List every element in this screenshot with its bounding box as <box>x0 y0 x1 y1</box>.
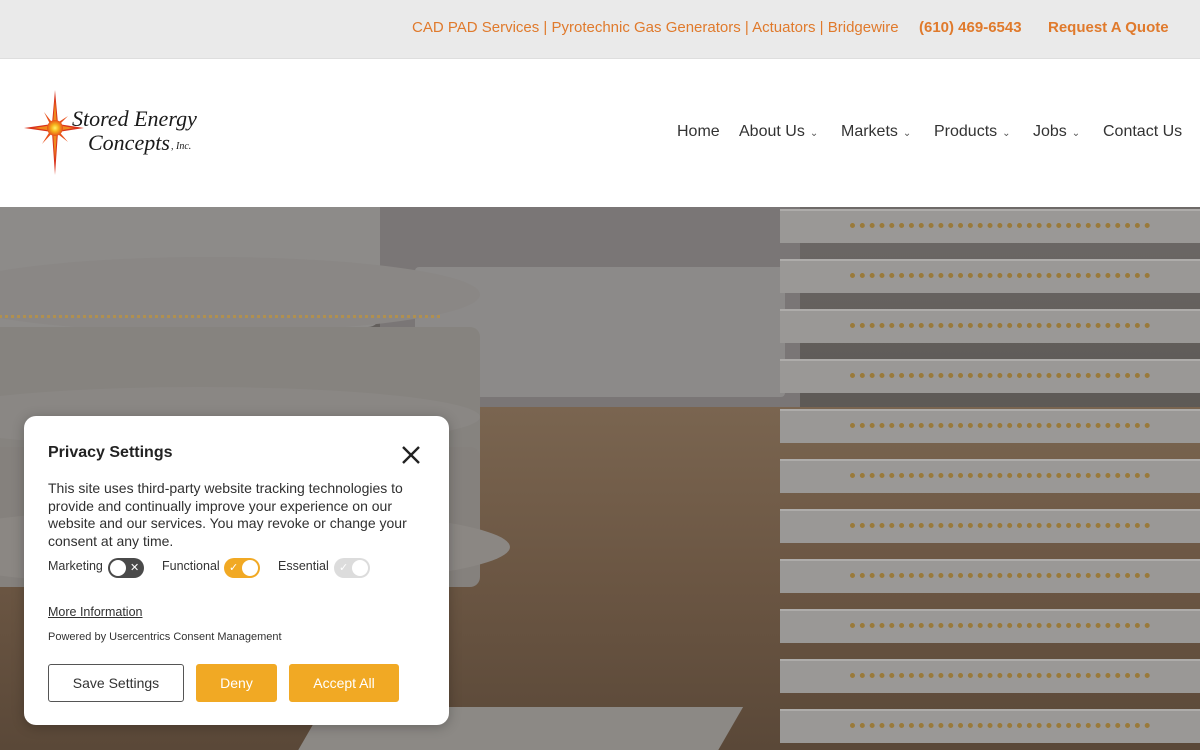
essential-toggle: ✓ <box>334 558 370 578</box>
more-information-link[interactable]: More Information <box>48 605 142 619</box>
logo-text-line1: Stored Energy <box>72 106 197 131</box>
hero-slab-contacts <box>850 423 1150 428</box>
logo-text-line2: Concepts <box>88 130 170 155</box>
deny-button[interactable]: Deny <box>196 664 277 702</box>
hero-slab-contacts <box>850 223 1150 228</box>
hero-slab <box>780 409 1200 443</box>
x-icon: ✕ <box>130 562 140 574</box>
hero-slab-contacts <box>850 373 1150 378</box>
chevron-down-icon: ⌄ <box>1002 127 1011 139</box>
hero-slab-contacts <box>850 523 1150 528</box>
hero-slab <box>780 709 1200 743</box>
close-icon[interactable] <box>398 442 424 468</box>
nav-label: About Us <box>739 123 805 140</box>
hero-slab <box>780 209 1200 243</box>
logo-suffix: , Inc. <box>171 141 192 152</box>
save-settings-button[interactable]: Save Settings <box>48 664 184 702</box>
check-icon: ✓ <box>339 562 349 574</box>
accept-all-button[interactable]: Accept All <box>289 664 399 702</box>
check-icon: ✓ <box>229 562 239 574</box>
request-quote-link[interactable]: Request A Quote <box>1048 19 1169 36</box>
hero-slab <box>780 259 1200 293</box>
nav-item-contact-us[interactable]: Contact Us <box>1103 123 1182 141</box>
privacy-settings-dialog: Privacy Settings This site uses third-pa… <box>24 416 449 725</box>
dialog-description: This site uses third-party website track… <box>48 480 407 549</box>
site-header: Stored Energy Concepts , Inc. Home About… <box>0 60 1200 207</box>
nav-label: Home <box>677 123 720 140</box>
toggle-knob <box>352 560 368 576</box>
services-links[interactable]: CAD PAD Services | Pyrotechnic Gas Gener… <box>412 19 899 36</box>
nav-item-products[interactable]: Products ⌄ <box>934 123 1011 141</box>
nav-label: Products <box>934 123 998 140</box>
nav-item-jobs[interactable]: Jobs ⌄ <box>1033 123 1080 141</box>
nav-item-markets[interactable]: Markets ⌄ <box>841 123 911 141</box>
nav-item-about-us[interactable]: About Us ⌄ <box>739 123 818 141</box>
toggle-knob <box>110 560 126 576</box>
nav-label: Jobs <box>1033 123 1067 140</box>
hero-slab-contacts <box>850 273 1150 278</box>
hero-slab-contacts <box>850 573 1150 578</box>
toggle-label-functional: Functional <box>162 559 220 573</box>
hero-slab-contacts <box>850 673 1150 678</box>
hero-slab <box>780 359 1200 393</box>
hero-slab <box>780 459 1200 493</box>
hero-slab-stack <box>780 207 1200 750</box>
hero-slab <box>780 659 1200 693</box>
chevron-down-icon: ⌄ <box>902 127 912 139</box>
nav-label: Markets <box>841 123 898 140</box>
hero-slab-contacts <box>850 723 1150 728</box>
hero-slab <box>780 559 1200 593</box>
marketing-toggle[interactable]: ✕ <box>108 558 144 578</box>
phone-link[interactable]: (610) 469-6543 <box>919 19 1022 36</box>
chevron-down-icon: ⌄ <box>809 127 819 139</box>
starburst-icon <box>24 90 84 175</box>
toggle-knob <box>242 560 258 576</box>
company-logo[interactable]: Stored Energy Concepts , Inc. <box>24 90 209 175</box>
hero-slab <box>780 509 1200 543</box>
hero-slab-contacts <box>850 473 1150 478</box>
hero-slab <box>780 309 1200 343</box>
dialog-title: Privacy Settings <box>48 444 173 461</box>
hero-slab-contacts <box>850 623 1150 628</box>
nav-item-home[interactable]: Home <box>677 123 720 141</box>
hero-slab <box>780 609 1200 643</box>
toggle-label-essential: Essential <box>278 559 329 573</box>
top-bar: CAD PAD Services | Pyrotechnic Gas Gener… <box>0 0 1200 59</box>
nav-label: Contact Us <box>1103 123 1183 140</box>
toggle-label-marketing: Marketing <box>48 559 103 573</box>
functional-toggle[interactable]: ✓ <box>224 558 260 578</box>
hero-slab-contacts <box>850 323 1150 328</box>
powered-by-text: Powered by Usercentrics Consent Manageme… <box>48 631 282 643</box>
chevron-down-icon: ⌄ <box>1071 127 1081 139</box>
